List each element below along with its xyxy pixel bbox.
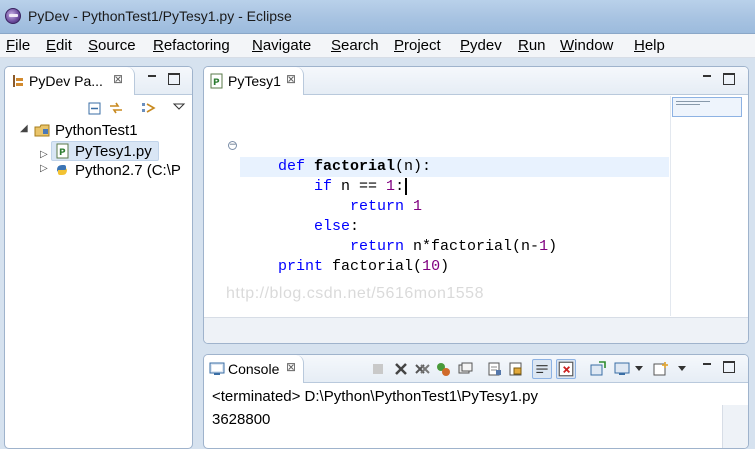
eclipse-icon (5, 8, 21, 24)
python-file-icon: P (56, 143, 69, 159)
menu-search[interactable]: Search (331, 37, 379, 54)
python-file-icon: P (210, 73, 223, 89)
window-title: PyDev - PythonTest1/PyTesy1.py - Eclipse (28, 8, 292, 24)
scroll-lock-icon[interactable] (508, 361, 524, 377)
watermark-text: http://blog.csdn.net/5616mon1558 (226, 285, 484, 302)
tab-pytesy1[interactable]: P PyTesy1 ⊠ (204, 67, 304, 95)
code-line-3[interactable]: return 1 (314, 177, 422, 215)
minimap-line (676, 101, 710, 102)
explorer-tab-bar: PyDev Pa... ⊠ (5, 67, 192, 95)
show-on-error-icon[interactable] (556, 359, 576, 379)
keyword-print: print (278, 258, 324, 275)
package-explorer-panel: PyDev Pa... ⊠ ◢ PythonTest1 P PyTesy1.py… (4, 66, 193, 449)
project-icon (34, 124, 50, 137)
minimize-icon[interactable] (701, 361, 713, 373)
menu-navigate[interactable]: Navigate (252, 37, 311, 54)
code-line-5[interactable]: return n*factorial(n-1) (314, 217, 557, 255)
menu-refactoring[interactable]: Refactoring (153, 37, 230, 54)
tab-package-explorer[interactable]: PyDev Pa... ⊠ (5, 67, 135, 95)
number-literal: 1 (404, 198, 423, 215)
explorer-tab-label: PyDev Pa... (29, 73, 103, 89)
svg-text:P: P (213, 78, 220, 88)
clear-console-icon[interactable] (487, 361, 503, 377)
tab-console[interactable]: Console ⊠ (204, 355, 304, 383)
expanded-arrow-icon[interactable]: ◢ (20, 123, 28, 134)
code-line-1[interactable]: def factorial(n): (242, 137, 431, 175)
maximize-icon[interactable] (723, 73, 735, 85)
filter-icon[interactable] (140, 100, 156, 116)
minimize-icon[interactable] (701, 73, 713, 85)
code-line-4[interactable]: else: (278, 197, 359, 235)
number-literal: 1 (539, 238, 549, 255)
menu-help[interactable]: Help (634, 37, 665, 54)
terminate-icon[interactable] (370, 361, 386, 377)
editor-tab-bar: P PyTesy1 ⊠ (204, 67, 748, 95)
editor-tab-label: PyTesy1 (228, 73, 281, 89)
collapsed-arrow-icon[interactable]: ▷ (40, 163, 48, 174)
menu-file[interactable]: File (6, 37, 30, 54)
menu-window[interactable]: Window (560, 37, 613, 54)
console-status: <terminated> D:\Python\PythonTest1\PyTes… (212, 388, 539, 405)
link-editor-icon[interactable] (108, 100, 124, 116)
new-console-icon[interactable] (653, 361, 669, 377)
code-text: ) (440, 258, 450, 275)
open-console-icon[interactable] (590, 361, 606, 377)
tree-item-label: PythonTest1 (55, 122, 138, 139)
menu-source[interactable]: Source (88, 37, 136, 54)
tree-item-label: PyTesy1.py (75, 143, 152, 160)
console-icon (209, 362, 225, 375)
close-icon[interactable]: ⊠ (286, 72, 296, 86)
horizontal-scrollbar[interactable] (204, 317, 748, 343)
collapsed-arrow-icon[interactable]: ▷ (40, 149, 48, 160)
maximize-icon[interactable] (723, 361, 735, 373)
console-tab-label: Console (228, 361, 280, 377)
python-interpreter-icon (57, 165, 67, 175)
menu-pydev[interactable]: Pydev (460, 37, 502, 54)
svg-text:P: P (59, 148, 66, 158)
menu-edit[interactable]: Edit (46, 37, 72, 54)
code-text: factorial( (323, 258, 423, 275)
relaunch-icon[interactable] (435, 361, 451, 377)
word-wrap-icon[interactable] (532, 359, 552, 379)
minimap-viewport[interactable] (672, 97, 742, 117)
pin-console-icon[interactable] (457, 361, 473, 377)
number-literal: 10 (422, 258, 441, 275)
close-icon[interactable]: ⊠ (286, 360, 296, 374)
menu-project[interactable]: Project (394, 37, 441, 54)
remove-launch-icon[interactable] (393, 361, 409, 377)
code-line-2[interactable]: if n == 1: (278, 157, 408, 195)
tree-item-label: Python2.7 (C:\P (75, 162, 181, 179)
view-menu-icon[interactable] (171, 98, 187, 114)
editor-gutter (204, 96, 239, 316)
close-icon[interactable]: ⊠ (113, 72, 123, 86)
editor-panel: P PyTesy1 ⊠ − def factorial(n): if n == … (203, 66, 749, 344)
tree-item-pythontest1[interactable]: ◢ PythonTest1 (5, 121, 190, 141)
fold-collapse-icon[interactable]: − (228, 141, 237, 150)
collapse-all-icon[interactable] (87, 100, 103, 116)
overview-ruler[interactable] (670, 96, 743, 316)
code-line-6[interactable]: print factorial(10) (242, 237, 449, 275)
code-text: ) (548, 238, 558, 255)
console-panel: Console ⊠ <terminated> D:\Python\PythonT… (203, 354, 749, 449)
dropdown-arrow-icon[interactable] (634, 363, 644, 373)
maximize-icon[interactable] (168, 73, 180, 85)
dropdown-arrow-icon[interactable] (677, 363, 687, 373)
tree-item-python27[interactable]: ▷ Python2.7 (C:\P (5, 161, 190, 181)
minimap-line (676, 104, 700, 105)
menu-run[interactable]: Run (518, 37, 546, 54)
display-console-icon[interactable] (614, 361, 630, 377)
remove-all-terminated-icon[interactable] (414, 361, 430, 377)
package-explorer-icon (13, 75, 23, 87)
console-output[interactable]: 3628800 (212, 411, 270, 428)
title-bar: PyDev - PythonTest1/PyTesy1.py - Eclipse (0, 0, 755, 34)
minimize-icon[interactable] (146, 73, 158, 85)
menu-bar: File Edit Source Refactoring Navigate Se… (0, 34, 755, 58)
console-tab-bar: Console ⊠ (204, 355, 748, 383)
vertical-scrollbar[interactable] (722, 405, 748, 448)
tree-item-pytesy1[interactable]: P PyTesy1.py (51, 141, 159, 161)
